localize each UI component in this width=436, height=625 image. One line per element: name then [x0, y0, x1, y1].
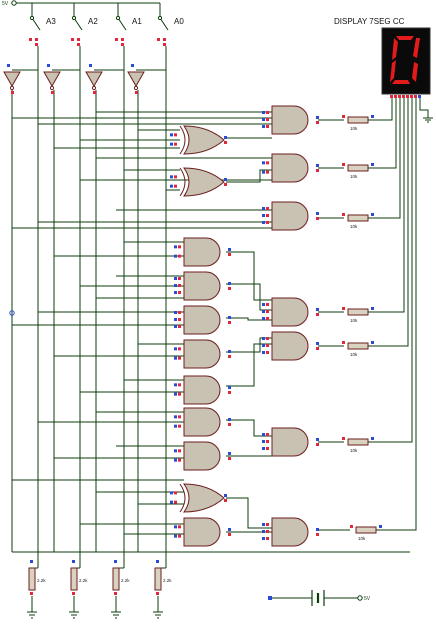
and-gate[interactable]	[262, 331, 319, 361]
resistor-value: 10k	[350, 318, 358, 323]
switch-label: A1	[132, 17, 142, 26]
supply-label: 5V	[2, 1, 9, 7]
switch-label: A2	[88, 17, 98, 26]
pulldown-value: 2.2k	[163, 578, 172, 583]
switch-a2[interactable]: A2	[71, 15, 98, 46]
ground-icon	[111, 611, 121, 619]
switch-label: A3	[46, 17, 56, 26]
circuit-schematic: A3 A2 A1 A0 10k10k10k10k10k10k10k 2.2k 2.2k 2…	[0, 0, 433, 619]
output-resistor[interactable]: 10k	[342, 437, 374, 453]
pulldown-value: 2.2k	[37, 578, 46, 583]
display-ground-icon	[423, 117, 433, 123]
gate-group	[170, 105, 319, 547]
battery-label: 5V	[364, 596, 371, 602]
and-gate[interactable]	[262, 201, 319, 231]
resistor-value: 10k	[350, 174, 358, 179]
supply-terminal: 5V	[2, 0, 17, 7]
resistor-value: 10k	[350, 126, 358, 131]
and-gate[interactable]	[262, 297, 319, 327]
resistor-value: 10k	[350, 352, 358, 357]
display-digit: 0	[0, 0, 1, 1]
output-resistor[interactable]: 10k	[342, 115, 374, 131]
switch-a0[interactable]: A0	[157, 15, 184, 46]
not-gate[interactable]	[43, 64, 61, 94]
resistor-group: 10k 10k 10k 10k 10k 10k 10k	[342, 115, 382, 541]
resistor-value: 10k	[350, 224, 358, 229]
pulldown-resistor[interactable]: 2.2k	[27, 560, 46, 619]
switch-group: A3 A2 A1 A0	[29, 15, 184, 46]
display-pins	[390, 95, 421, 98]
pulldown-value: 2.2k	[79, 578, 88, 583]
resistor-value: 10k	[350, 448, 358, 453]
and-gate[interactable]	[174, 517, 231, 547]
and-gate[interactable]	[262, 105, 319, 135]
resistor-value: 10k	[358, 536, 366, 541]
pulldown-resistor[interactable]: 2.2k	[69, 560, 88, 619]
pulldown-resistor[interactable]: 2.2k	[111, 560, 130, 619]
seven-segment-display[interactable]: DISPLAY 7SEG CC 0	[0, 0, 433, 123]
display-title: DISPLAY 7SEG CC	[334, 17, 405, 26]
switch-a1[interactable]: A1	[115, 15, 142, 46]
not-gate[interactable]	[127, 64, 145, 94]
wiring	[11, 2, 429, 612]
switch-label: A0	[174, 17, 184, 26]
not-gate[interactable]	[3, 64, 21, 94]
ground-icon	[69, 611, 79, 619]
and-gate[interactable]	[262, 427, 319, 457]
inverter-group	[3, 64, 145, 94]
ground-icon	[153, 611, 163, 619]
output-resistor[interactable]: 10k	[342, 213, 374, 229]
xor-gate[interactable]	[170, 483, 227, 513]
output-resistor[interactable]: 10k	[342, 163, 374, 179]
output-resistor[interactable]: 10k	[342, 307, 374, 323]
pulldown-value: 2.2k	[121, 578, 130, 583]
output-resistor[interactable]: 10k	[342, 341, 374, 357]
not-gate[interactable]	[85, 64, 103, 94]
and-gate[interactable]	[174, 305, 231, 335]
pulldown-group: 2.2k 2.2k 2.2k 2.2k	[27, 560, 172, 619]
xor-gate[interactable]	[170, 167, 227, 197]
switch-a3[interactable]: A3	[29, 15, 56, 46]
output-resistor[interactable]: 10k	[350, 525, 382, 541]
pulldown-resistor[interactable]: 2.2k	[153, 560, 172, 619]
ground-icon	[27, 611, 37, 619]
